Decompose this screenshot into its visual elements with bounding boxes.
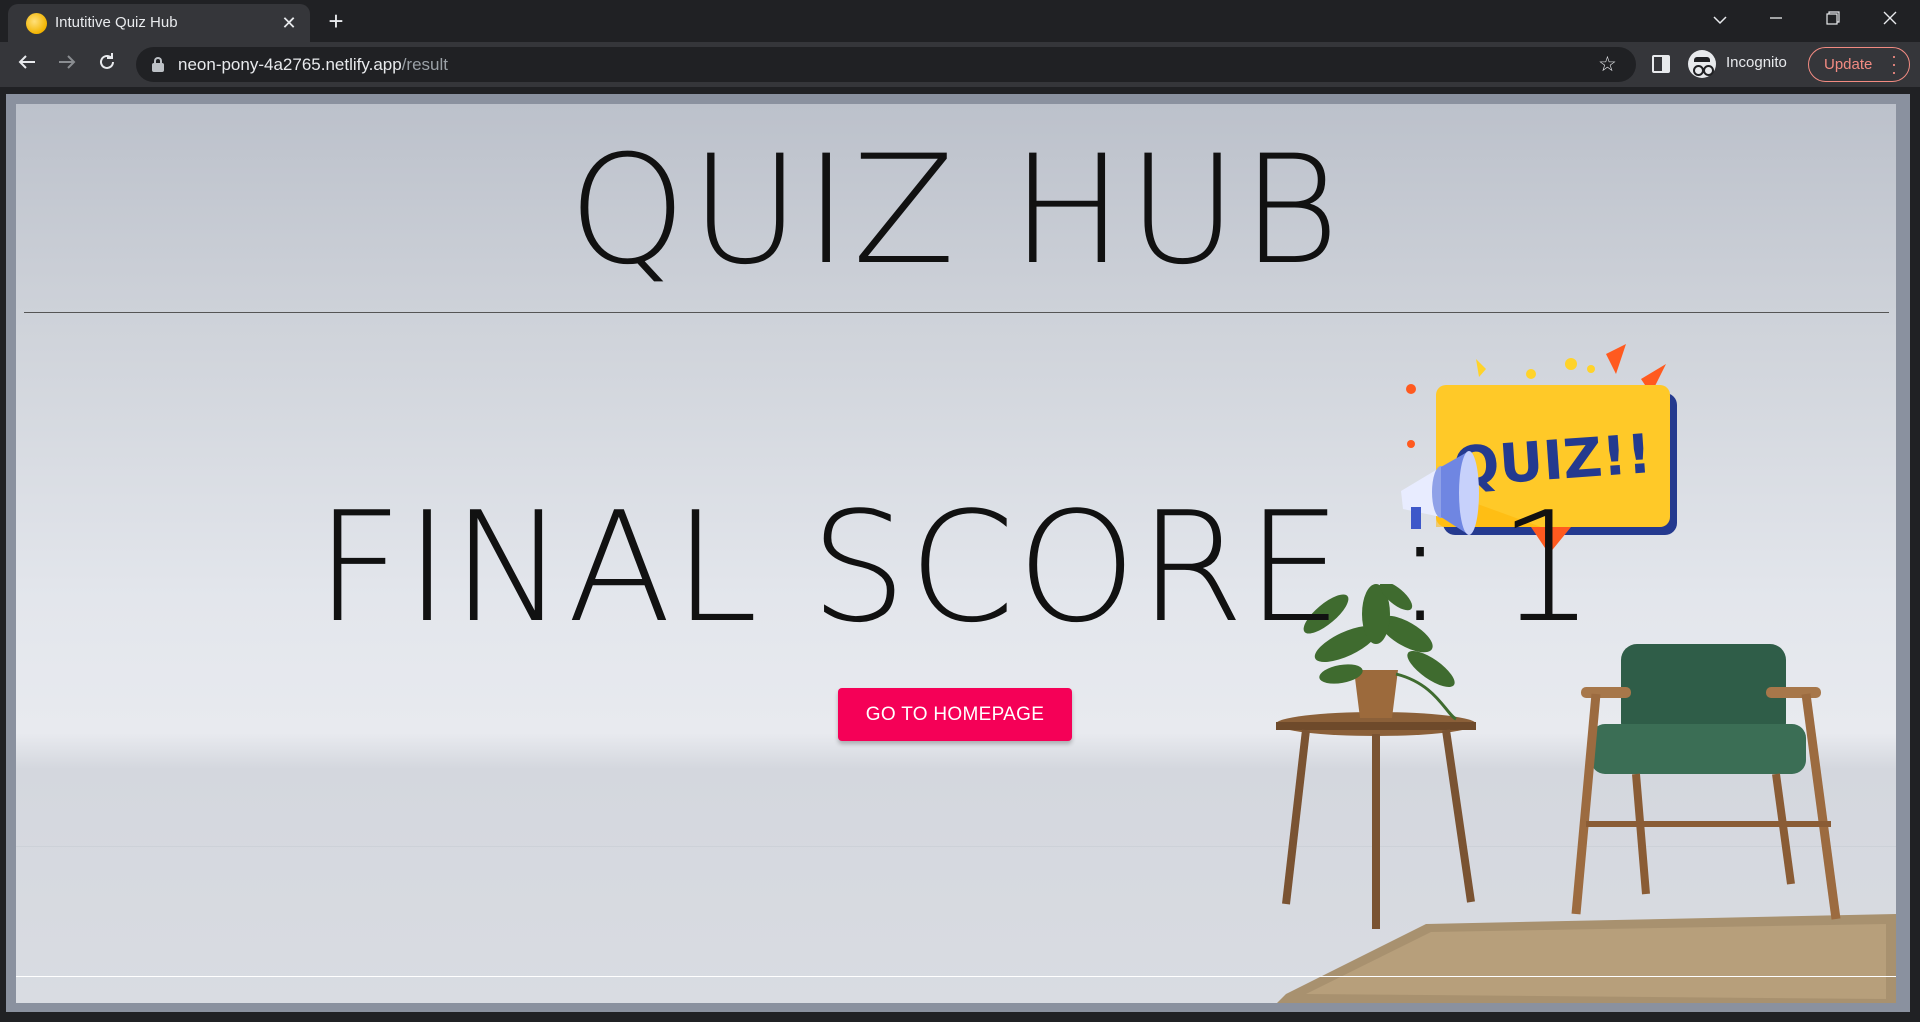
go-to-homepage-button[interactable]: GO TO HOMEPAGE: [838, 688, 1072, 741]
result-page: QUIZ HUB QUIZ!! FINAL SCORE: 1 GO TO HO…: [16, 104, 1896, 1003]
window-close-icon[interactable]: [1870, 6, 1910, 36]
browser-tab[interactable]: Intutitive Quiz Hub ✕: [8, 4, 310, 42]
star-icon[interactable]: ☆: [1598, 52, 1617, 77]
header-divider: [24, 312, 1889, 313]
reload-icon[interactable]: [92, 50, 122, 80]
back-icon[interactable]: [12, 50, 42, 80]
incognito-icon: [1688, 50, 1716, 78]
tab-title: Intutitive Quiz Hub: [55, 14, 178, 31]
address-bar[interactable]: neon-pony-4a2765.netlify.app/result ☆: [136, 47, 1636, 82]
url-host: neon-pony-4a2765.netlify.app: [178, 55, 402, 74]
page-frame: QUIZ HUB QUIZ!! FINAL SCORE: 1 GO TO HO…: [6, 94, 1910, 1012]
tab-strip: Intutitive Quiz Hub ✕ +: [0, 0, 1920, 42]
bottom-divider: [16, 976, 1896, 977]
close-icon[interactable]: ✕: [278, 12, 300, 34]
minimize-icon[interactable]: [1756, 6, 1796, 36]
lock-icon[interactable]: [152, 57, 164, 72]
url-text: neon-pony-4a2765.netlify.app/result: [178, 55, 448, 75]
more-icon[interactable]: · · ·: [1891, 47, 1897, 81]
favicon: [26, 13, 47, 34]
plus-icon[interactable]: +: [322, 8, 350, 36]
page-title: QUIZ HUB: [568, 124, 1344, 298]
forward-icon[interactable]: [52, 50, 82, 80]
final-score: FINAL SCORE : 1: [315, 479, 1597, 656]
chevron-down-icon[interactable]: [1700, 6, 1740, 36]
url-path: /result: [401, 55, 448, 74]
restore-icon[interactable]: [1813, 6, 1853, 36]
update-label: Update: [1824, 56, 1873, 73]
incognito-indicator[interactable]: Incognito: [1688, 48, 1800, 81]
side-panel-icon[interactable]: [1652, 55, 1670, 73]
browser-toolbar: neon-pony-4a2765.netlify.app/result ☆ In…: [0, 42, 1920, 87]
update-button[interactable]: Update · · ·: [1808, 47, 1910, 82]
incognito-label: Incognito: [1726, 54, 1787, 71]
